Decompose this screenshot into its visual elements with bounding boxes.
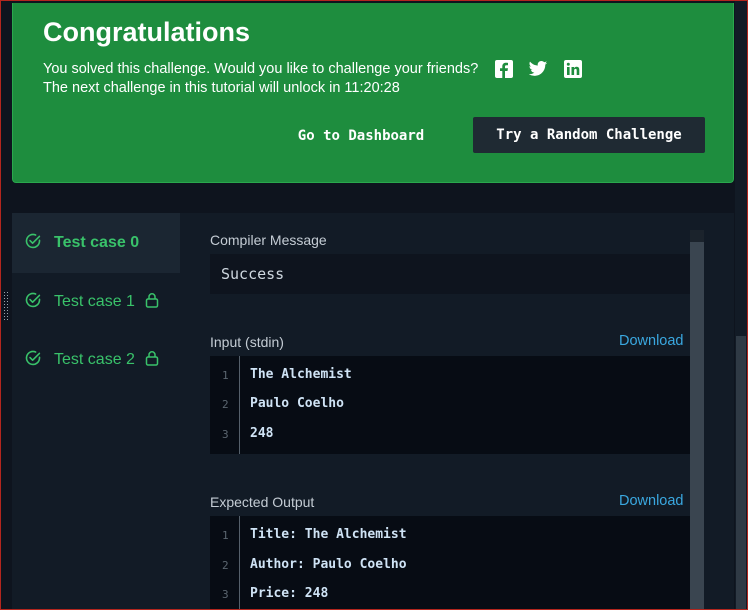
tab-test-case-0[interactable]: Test case 0 <box>24 231 139 255</box>
line-number: 3 <box>222 588 229 601</box>
lock-icon <box>145 292 159 313</box>
code-line: The Alchemist <box>250 367 352 382</box>
line-number: 1 <box>222 369 229 382</box>
banner-title: Congratulations <box>43 17 250 47</box>
line-number: 3 <box>222 428 229 441</box>
compiler-message-text: Success <box>221 265 285 283</box>
lock-icon <box>145 350 159 371</box>
code-line: Author: Paulo Coelho <box>250 557 407 572</box>
check-circle-icon <box>24 232 42 255</box>
check-circle-icon <box>24 349 42 372</box>
code-line: Paulo Coelho <box>250 396 344 411</box>
test-case-label: Test case 1 <box>54 293 135 310</box>
banner-message: You solved this challenge. Would you lik… <box>43 61 479 77</box>
resize-handle[interactable] <box>4 292 8 322</box>
facebook-icon[interactable] <box>494 59 514 79</box>
expected-output-label: Expected Output <box>210 494 315 510</box>
input-label: Input (stdin) <box>210 334 284 350</box>
test-case-sidebar <box>12 273 180 610</box>
input-code-box: 1 The Alchemist 2 Paulo Coelho 3 248 <box>210 356 690 454</box>
check-circle-icon <box>24 291 42 314</box>
go-to-dashboard-button[interactable]: Go to Dashboard <box>291 119 431 153</box>
line-number: 2 <box>222 559 229 572</box>
test-case-label: Test case 0 <box>54 234 140 251</box>
congratulations-banner: Congratulations You solved this challeng… <box>12 3 734 183</box>
expected-output-download-link[interactable]: Download <box>619 493 684 509</box>
line-number: 2 <box>222 398 229 411</box>
compiler-message-label: Compiler Message <box>210 232 327 248</box>
code-line: Title: The Alchemist <box>250 527 407 542</box>
tab-test-case-1[interactable]: Test case 1 <box>24 290 159 314</box>
try-random-challenge-button[interactable]: Try a Random Challenge <box>473 117 705 153</box>
linkedin-icon[interactable] <box>563 59 583 79</box>
code-line: 248 <box>250 426 274 441</box>
compiler-message-box: Success <box>210 254 690 294</box>
input-download-link[interactable]: Download <box>619 333 684 349</box>
test-case-label: Test case 2 <box>54 351 135 368</box>
page-scrollbar-thumb[interactable] <box>736 336 746 610</box>
twitter-icon[interactable] <box>528 59 548 79</box>
unlock-message: The next challenge in this tutorial will… <box>43 80 400 96</box>
tab-test-case-2[interactable]: Test case 2 <box>24 348 159 372</box>
details-scrollbar-thumb[interactable] <box>690 242 704 610</box>
expected-output-code-box: 1 Title: The Alchemist 2 Author: Paulo C… <box>210 516 690 610</box>
code-line: Price: 248 <box>250 586 329 601</box>
line-number: 1 <box>222 529 229 542</box>
